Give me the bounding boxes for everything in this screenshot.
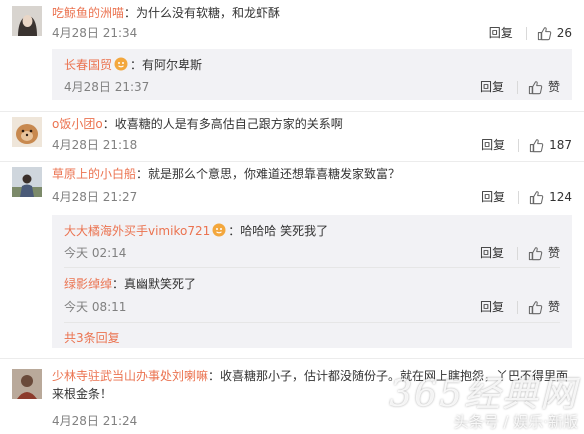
member-badge-icon xyxy=(212,223,226,237)
reply-button[interactable]: 回复 xyxy=(481,137,505,153)
reply-text: 真幽默笑死了 xyxy=(124,277,197,291)
divider xyxy=(64,322,560,323)
like-button[interactable]: 赞 xyxy=(528,245,560,261)
avatar[interactable] xyxy=(12,167,42,197)
like-button[interactable]: 赞 xyxy=(528,79,560,95)
reply-item: 大大橘海外买手vimiko721 ：哈哈哈 笑死我了 今天 02:14 回复 赞 xyxy=(52,215,572,268)
username-link[interactable]: 草原上的小白船 xyxy=(52,167,136,181)
timestamp: 4月28日 21:34 xyxy=(52,26,138,40)
avatar[interactable] xyxy=(12,369,42,399)
timestamp: 4月28日 21:24 xyxy=(52,414,138,428)
username-link[interactable]: 吃鲸鱼的洲喵 xyxy=(52,6,124,20)
thumbs-up-icon xyxy=(529,190,544,204)
like-label: 赞 xyxy=(547,300,560,314)
username-link[interactable]: 长春国贸 xyxy=(64,58,112,72)
divider xyxy=(516,300,518,314)
thumbs-up-icon xyxy=(529,138,544,152)
like-button[interactable]: 26 xyxy=(537,25,572,41)
member-badge-icon xyxy=(114,57,128,71)
divider xyxy=(518,190,520,204)
timestamp: 今天 08:11 xyxy=(64,300,127,314)
like-button[interactable]: 124 xyxy=(529,189,572,205)
colon: ： xyxy=(228,224,241,238)
thumbs-up-icon xyxy=(528,300,543,314)
timestamp: 今天 02:14 xyxy=(64,246,127,260)
username-link[interactable]: o饭小团o xyxy=(52,117,103,131)
like-label: 赞 xyxy=(547,80,560,94)
reply-item: 长春国贸 ：有阿尔卑斯 4月28日 21:37 回复 赞 xyxy=(52,49,572,100)
colon: ： xyxy=(130,58,143,72)
colon: ： xyxy=(208,369,221,383)
comment-text: 就是那么个意思，你难道还想靠喜糖发家致富？ xyxy=(148,167,401,181)
reply-button[interactable]: 回复 xyxy=(481,189,505,205)
comment-item: 少林寺驻武当山办事处刘喇嘛：收喜糖那小子，估计都没随份子。就在网上瞎抱怨，丫巴不… xyxy=(0,359,584,434)
colon: ： xyxy=(112,277,125,291)
colon: ： xyxy=(102,117,115,131)
reply-box: 大大橘海外买手vimiko721 ：哈哈哈 笑死我了 今天 02:14 回复 赞 … xyxy=(52,215,572,348)
timestamp: 4月28日 21:37 xyxy=(64,80,150,94)
reply-text: 哈哈哈 笑死我了 xyxy=(240,224,329,238)
comment-text: 收喜糖的人是有多高估自己跟方家的关系啊 xyxy=(114,117,343,131)
timestamp: 4月28日 21:27 xyxy=(52,190,138,204)
username-link[interactable]: 绿影绰绰 xyxy=(64,277,112,291)
thumbs-up-icon xyxy=(528,246,543,260)
avatar[interactable] xyxy=(12,6,42,36)
colon: ： xyxy=(136,167,149,181)
watermark-sub: 头条号 / 娱乐·新版 xyxy=(453,413,578,431)
like-count: 26 xyxy=(556,26,572,40)
like-count: 124 xyxy=(549,190,572,204)
divider xyxy=(518,138,520,152)
colon: ： xyxy=(124,6,137,20)
reply-box: 长春国贸 ：有阿尔卑斯 4月28日 21:37 回复 赞 xyxy=(52,49,572,100)
reply-item: 绿影绰绰：真幽默笑死了 今天 08:11 回复 赞 xyxy=(52,268,572,323)
comment-text: 为什么没有软糖，和龙虾酥 xyxy=(136,6,281,20)
like-label: 赞 xyxy=(547,246,560,260)
comment-item: o饭小团o：收喜糖的人是有多高估自己跟方家的关系啊 4月28日 21:18 回复… xyxy=(0,112,584,162)
reply-button[interactable]: 回复 xyxy=(489,25,513,41)
reply-text: 有阿尔卑斯 xyxy=(142,58,203,72)
comment-item: 吃鲸鱼的洲喵：为什么没有软糖，和龙虾酥 4月28日 21:34 回复 26 长春… xyxy=(0,0,584,112)
divider xyxy=(516,80,518,94)
reply-button[interactable]: 回复 xyxy=(480,299,504,315)
avatar[interactable] xyxy=(12,117,42,147)
divider xyxy=(525,26,527,40)
username-link[interactable]: 少林寺驻武当山办事处刘喇嘛 xyxy=(52,369,208,383)
username-link[interactable]: 大大橘海外买手vimiko721 xyxy=(64,224,210,238)
like-button[interactable]: 187 xyxy=(529,137,572,153)
like-button[interactable]: 赞 xyxy=(528,299,560,315)
more-replies-link[interactable]: 共3条回复 xyxy=(64,329,120,347)
reply-button[interactable]: 回复 xyxy=(480,79,504,95)
reply-button[interactable]: 回复 xyxy=(480,245,504,261)
divider xyxy=(516,246,518,260)
comment-item: 草原上的小白船：就是那么个意思，你难道还想靠喜糖发家致富？ 4月28日 21:2… xyxy=(0,162,584,358)
thumbs-up-icon xyxy=(528,80,543,94)
like-count: 187 xyxy=(549,138,572,152)
thumbs-up-icon xyxy=(537,26,551,40)
timestamp: 4月28日 21:18 xyxy=(52,138,138,152)
